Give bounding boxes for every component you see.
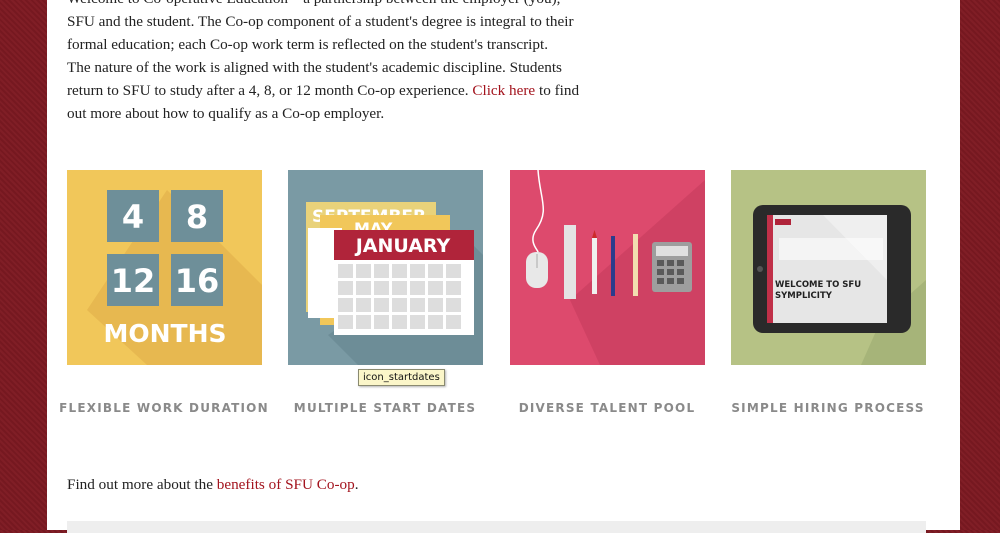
month-number: 4	[122, 198, 144, 236]
benefits-link[interactable]: benefits of SFU Co-op	[217, 476, 355, 493]
tablet-icon: WELCOME TO SFU SYMPLICITY	[731, 170, 926, 365]
tile-caption: FLEXIBLE WORK DURATION	[59, 401, 269, 415]
months-icon: 4 8 12 16 MONTHS	[67, 170, 262, 365]
intro-text: to find	[535, 82, 580, 99]
month-january: JANUARY	[354, 235, 451, 257]
flexible-duration-tile[interactable]: 4 8 12 16 MONTHS	[67, 170, 262, 365]
tools-icon	[510, 170, 705, 365]
month-number: 12	[111, 262, 156, 300]
intro-line: SFU and the student. The Co-op component…	[67, 13, 574, 30]
tile-caption: DIVERSE TALENT POOL	[518, 401, 696, 415]
image-tooltip: icon_startdates	[358, 369, 445, 386]
benefits-sentence: Find out more about the benefits of SFU …	[67, 476, 359, 494]
screen-text: SYMPLICITY	[775, 291, 833, 301]
month-number: 8	[186, 198, 208, 236]
month-number: 16	[175, 262, 220, 300]
months-label: MONTHS	[103, 319, 226, 348]
intro-line: out more about how to qualify as a Co-op…	[67, 105, 385, 122]
talent-pool-tile[interactable]	[510, 170, 705, 365]
tile-caption: SIMPLE HIRING PROCESS	[731, 401, 925, 415]
start-dates-tile[interactable]: SEPTEMBER MAY JANUARY	[288, 170, 483, 365]
calendar-icon: SEPTEMBER MAY JANUARY	[288, 170, 483, 365]
hiring-process-tile[interactable]: WELCOME TO SFU SYMPLICITY	[731, 170, 926, 365]
intro-line: formal education; each Co-op work term i…	[67, 36, 548, 53]
click-here-link[interactable]: Click here	[472, 82, 535, 99]
bottom-panel	[67, 521, 926, 533]
content-page: Welcome to Co-operative Education – a pa…	[47, 0, 960, 533]
intro-text: return to SFU to study after a 4, 8, or …	[67, 82, 473, 99]
outro-text: .	[354, 476, 359, 493]
outro-text: Find out more about the	[67, 476, 217, 493]
intro-line: Welcome to Co-operative Education – a pa…	[67, 0, 627, 10]
tile-caption: MULTIPLE START DATES	[293, 401, 477, 415]
intro-line: return to SFU to study after a 4, 8, or …	[67, 79, 627, 102]
screen-text: WELCOME TO SFU	[775, 280, 861, 290]
intro-line: The nature of the work is aligned with t…	[67, 59, 562, 76]
intro-paragraph: Welcome to Co-operative Education – a pa…	[67, 0, 627, 125]
